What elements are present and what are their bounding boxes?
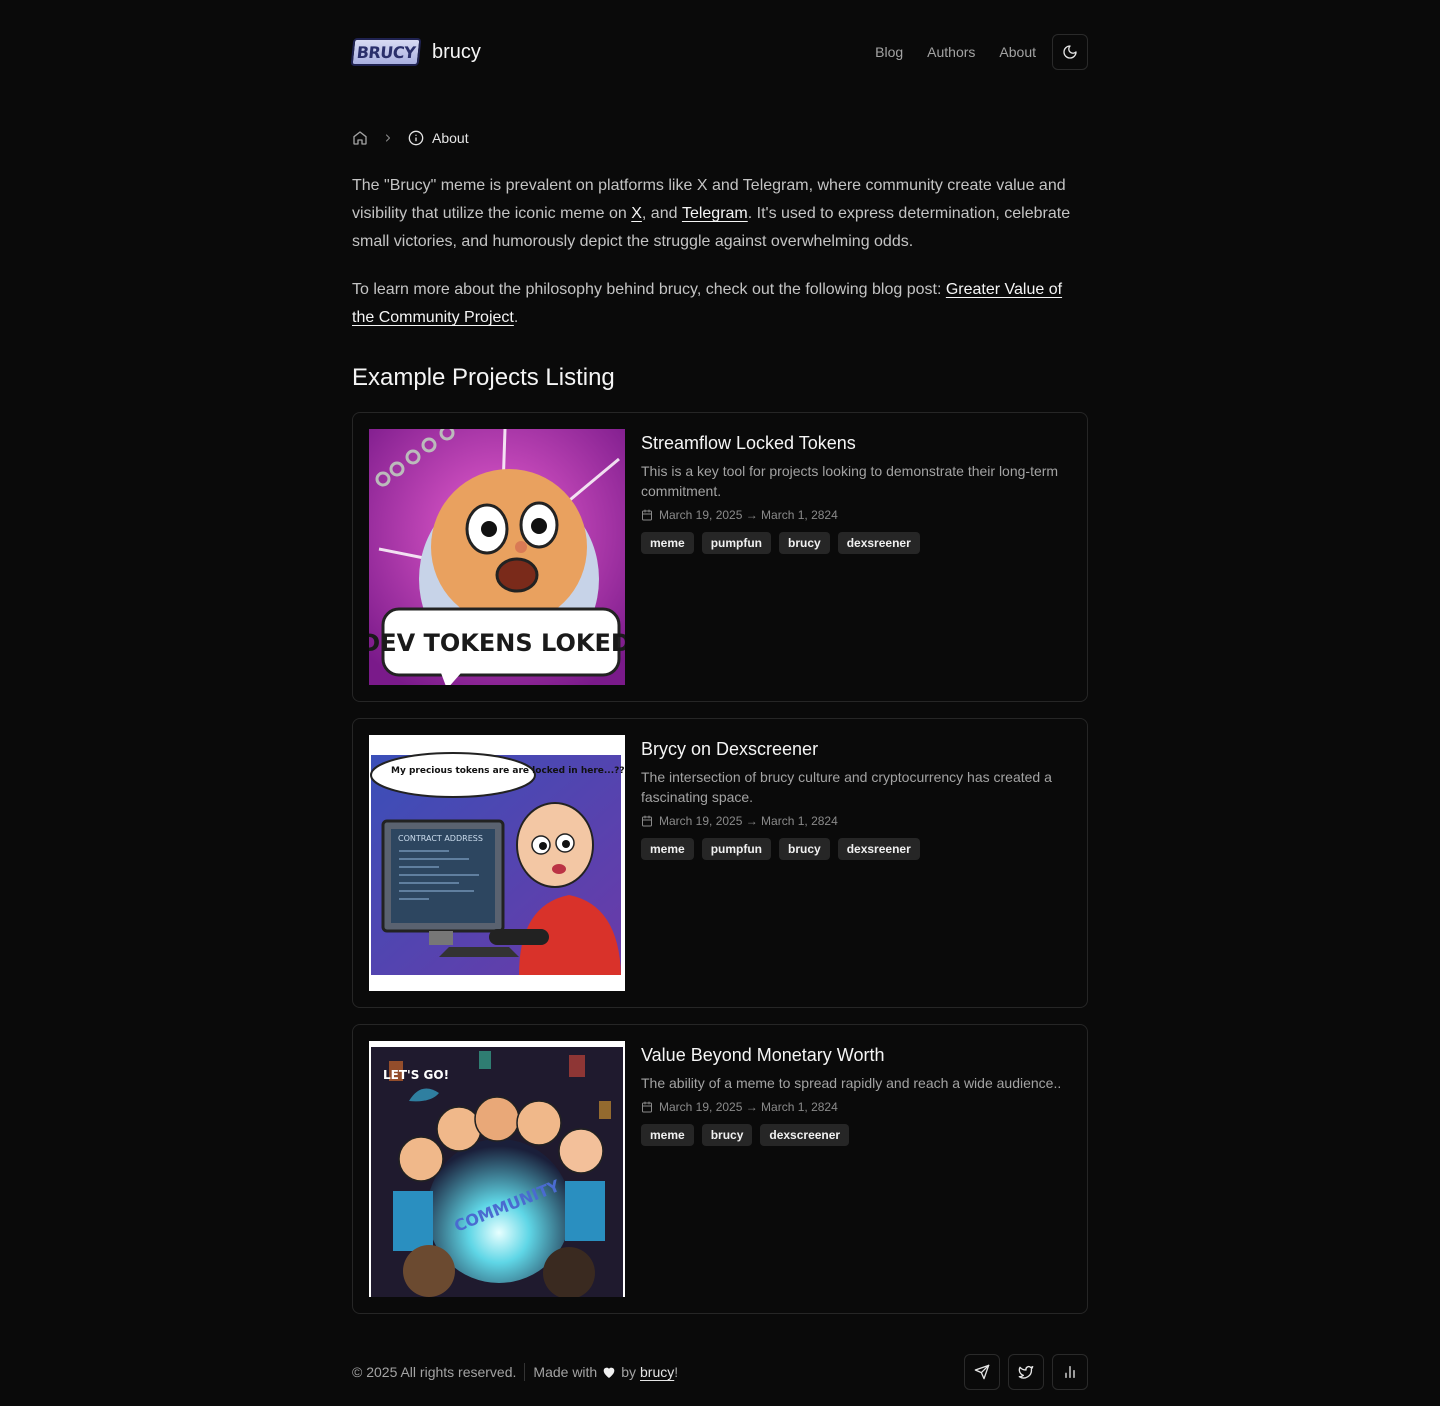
project-body: Streamflow Locked Tokens This is a key t…	[641, 431, 1071, 554]
project-image: DEV TOKENS LOKED!	[369, 429, 625, 685]
project-image: My precious tokens are are locked in her…	[369, 735, 625, 991]
tag[interactable]: dexsreener	[837, 532, 920, 554]
project-description: The ability of a meme to spread rapidly …	[641, 1075, 1062, 1091]
nav-about[interactable]: About	[999, 44, 1036, 60]
project-image: LET'S GO! COMMUNITY	[369, 1041, 625, 1297]
project-date: March 19, 2025 → March 1, 2824	[641, 1099, 1071, 1115]
social-links	[956, 1354, 1088, 1390]
home-icon[interactable]	[352, 130, 368, 146]
theme-toggle-button[interactable]	[1052, 34, 1088, 70]
link-x[interactable]: X	[631, 205, 642, 222]
project-title[interactable]: Value Beyond Monetary Worth	[641, 1043, 1071, 1067]
intro-text-2b: .	[513, 309, 519, 326]
nav-authors[interactable]: Authors	[927, 44, 975, 60]
chevron-right-icon	[382, 132, 394, 144]
chart-button[interactable]	[1052, 1354, 1088, 1390]
site-header: BRUCY brucy Blog Authors About	[350, 34, 1088, 70]
tag[interactable]: pumpfun	[701, 532, 772, 554]
footer-divider	[524, 1363, 526, 1381]
tag[interactable]: meme	[641, 1124, 694, 1146]
intro-text: The "Brucy" meme is prevalent on platfor…	[352, 172, 1088, 352]
copyright: © 2025 All rights reserved.	[352, 1364, 517, 1380]
intro-paragraph-2: To learn more about the philosophy behin…	[352, 276, 1088, 332]
nav-blog[interactable]: Blog	[875, 44, 903, 60]
tag[interactable]: brucy	[779, 532, 830, 554]
image-caption: DEV TOKENS LOKED!	[369, 629, 625, 657]
footer-brucy-link[interactable]: brucy	[640, 1364, 674, 1380]
moon-icon	[1063, 45, 1077, 59]
project-description: The intersection of brucy culture and cr…	[641, 769, 1052, 805]
tag[interactable]: dexsreener	[837, 838, 920, 860]
heart-icon	[601, 1364, 617, 1380]
project-tags: meme pumpfun brucy dexsreener	[641, 838, 1071, 860]
project-tags: meme brucy dexscreener	[641, 1124, 1071, 1146]
calendar-icon	[642, 815, 652, 827]
project-date: March 19, 2025 → March 1, 2824	[641, 507, 1071, 523]
intro-text-2a: To learn more about the philosophy behin…	[352, 281, 946, 298]
image-screen-text: CONTRACT ADDRESS	[398, 834, 483, 843]
link-telegram[interactable]: Telegram	[682, 205, 748, 222]
image-sign-text: LET'S GO!	[383, 1068, 449, 1082]
brand-name: brucy	[432, 40, 481, 63]
breadcrumb: About	[352, 128, 469, 148]
footer-text: © 2025 All rights reserved. Made with by…	[352, 1354, 678, 1390]
tag[interactable]: pumpfun	[701, 838, 772, 860]
twitter-icon	[1018, 1366, 1034, 1379]
project-title[interactable]: Brycy on Dexscreener	[641, 737, 1071, 761]
send-icon	[974, 1364, 990, 1380]
project-card[interactable]: My precious tokens are are locked in her…	[352, 718, 1088, 1008]
footer-excl: !	[674, 1364, 679, 1380]
by-text: by	[621, 1364, 637, 1380]
bar-chart-icon	[1065, 1366, 1075, 1378]
tag[interactable]: meme	[641, 838, 694, 860]
project-date-text: March 19, 2025 → March 1, 2824	[659, 1100, 838, 1114]
section-title: Example Projects Listing	[352, 364, 615, 391]
intro-text-1b: , and	[641, 205, 682, 222]
project-title[interactable]: Streamflow Locked Tokens	[641, 431, 1071, 455]
image-bubble-text: My precious tokens are are locked in her…	[391, 766, 625, 776]
project-card[interactable]: LET'S GO! COMMUNITY Value Beyond Monetar…	[352, 1024, 1088, 1314]
project-body: Value Beyond Monetary Worth The ability …	[641, 1043, 1071, 1146]
tag[interactable]: dexscreener	[760, 1124, 850, 1146]
calendar-icon	[642, 509, 652, 521]
tag[interactable]: meme	[641, 532, 694, 554]
breadcrumb-label: About	[432, 130, 469, 146]
project-date-text: March 19, 2025 → March 1, 2824	[659, 508, 838, 522]
project-tags: meme pumpfun brucy dexsreener	[641, 532, 1071, 554]
project-description: This is a key tool for projects looking …	[641, 463, 1059, 499]
project-date-text: March 19, 2025 → March 1, 2824	[659, 814, 838, 828]
breadcrumb-current: About	[408, 130, 469, 146]
tag[interactable]: brucy	[779, 838, 830, 860]
telegram-button[interactable]	[964, 1354, 1000, 1390]
made-with-text: Made with	[533, 1364, 598, 1380]
site-footer: © 2025 All rights reserved. Made with by…	[352, 1354, 1088, 1390]
intro-paragraph-1: The "Brucy" meme is prevalent on platfor…	[352, 172, 1088, 256]
brand-logo: BRUCY	[350, 38, 422, 66]
main-nav: Blog Authors About	[875, 34, 1088, 70]
calendar-icon	[642, 1101, 652, 1113]
tag[interactable]: brucy	[701, 1124, 753, 1146]
twitter-button[interactable]	[1008, 1354, 1044, 1390]
project-date: March 19, 2025 → March 1, 2824	[641, 813, 1071, 829]
brand-link[interactable]: BRUCY brucy	[350, 34, 481, 70]
project-card[interactable]: DEV TOKENS LOKED! Streamflow Locked Toke…	[352, 412, 1088, 702]
info-icon	[408, 130, 424, 146]
project-body: Brycy on Dexscreener The intersection of…	[641, 737, 1071, 860]
